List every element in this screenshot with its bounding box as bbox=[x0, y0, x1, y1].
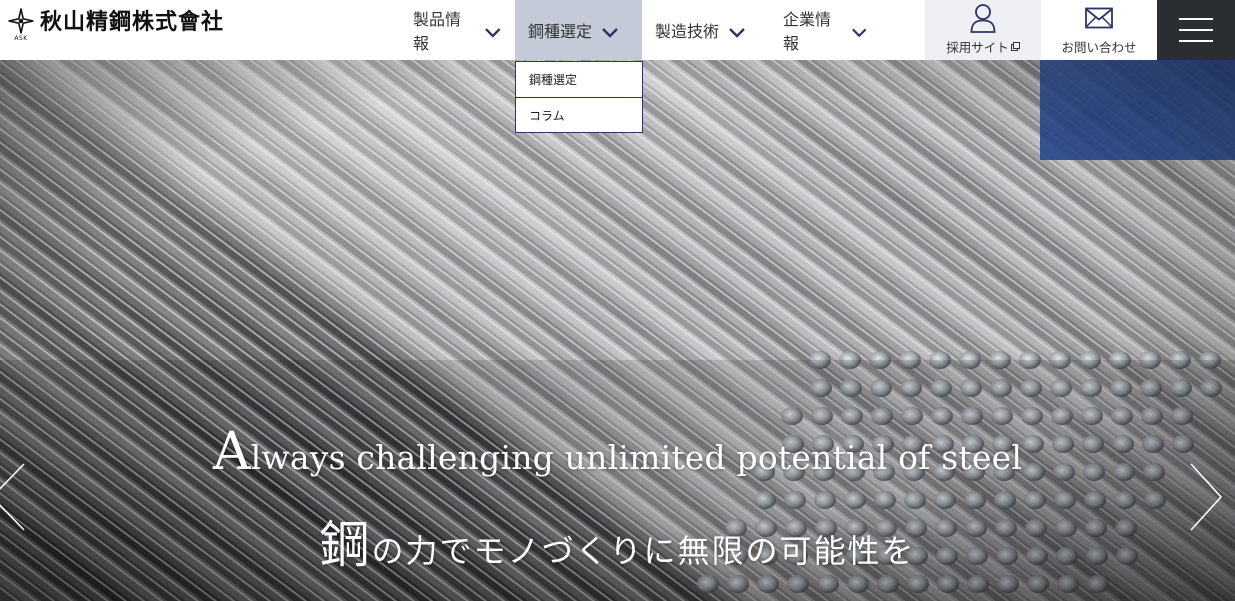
nav-item-label: 製造技術 bbox=[655, 22, 720, 41]
user-icon bbox=[970, 4, 996, 33]
nav-item-products[interactable]: 製品情報 bbox=[400, 0, 515, 60]
nav-item-company[interactable]: 企業情報 bbox=[770, 0, 880, 60]
chevron-left-icon bbox=[0, 463, 25, 531]
hero-slider: Always challenging unlimited potential o… bbox=[0, 60, 1235, 601]
chevron-down-icon bbox=[602, 27, 618, 38]
nav-item-label: 鋼種選定 bbox=[528, 22, 593, 41]
logo-star-icon bbox=[8, 8, 34, 34]
dropdown-item-column[interactable]: コラム bbox=[516, 97, 642, 132]
dropdown-item-steel-selection[interactable]: 鋼種選定 bbox=[516, 62, 642, 97]
logo-abbr: ASK bbox=[14, 35, 28, 42]
slider-next-button[interactable] bbox=[1187, 462, 1227, 532]
tagline-en-initial: A bbox=[212, 422, 251, 482]
logo-mark: ASK bbox=[6, 8, 36, 48]
tagline-en-text: lways challenging unlimited potential of… bbox=[250, 438, 1023, 477]
site-logo[interactable]: ASK 秋山精鋼株式會社 bbox=[6, 8, 224, 48]
hamburger-menu-button[interactable] bbox=[1157, 0, 1235, 60]
nav-item-label: 製品情報 bbox=[413, 10, 462, 53]
site-header: ASK 秋山精鋼株式會社 製品情報 鋼種選定 製造技術 企業情報 採用サイト お… bbox=[0, 0, 1235, 60]
recruit-label: 採用サイト bbox=[946, 40, 1009, 55]
company-name: 秋山精鋼株式會社 bbox=[40, 10, 225, 35]
chevron-down-icon bbox=[729, 27, 745, 38]
steel-selection-dropdown: 鋼種選定 コラム bbox=[515, 61, 643, 133]
main-nav: 製品情報 鋼種選定 製造技術 企業情報 bbox=[400, 0, 880, 60]
external-link-icon bbox=[1010, 42, 1020, 51]
tagline-jp-text: の力でモノづくりに無限の可能性を bbox=[371, 532, 916, 570]
chevron-right-icon bbox=[1190, 463, 1223, 531]
hero-tagline-en: Always challenging unlimited potential o… bbox=[0, 422, 1235, 482]
contact-button[interactable]: お問い合わせ bbox=[1041, 0, 1157, 60]
nav-item-steel-selection[interactable]: 鋼種選定 bbox=[515, 0, 642, 60]
contact-label: お問い合わせ bbox=[1061, 40, 1137, 55]
hero-tagline-jp: 鋼の力でモノづくりに無限の可能性を bbox=[0, 505, 1235, 577]
chevron-down-icon bbox=[485, 27, 501, 38]
recruit-site-button[interactable]: 採用サイト bbox=[925, 0, 1041, 60]
slider-prev-button[interactable] bbox=[0, 462, 28, 532]
nav-item-technology[interactable]: 製造技術 bbox=[642, 0, 770, 60]
chevron-down-icon bbox=[851, 28, 866, 37]
mail-icon bbox=[1085, 7, 1113, 29]
tagline-jp-initial: 鋼 bbox=[319, 516, 372, 574]
hamburger-menu-icon bbox=[1179, 18, 1213, 20]
nav-item-label: 企業情報 bbox=[783, 10, 832, 53]
